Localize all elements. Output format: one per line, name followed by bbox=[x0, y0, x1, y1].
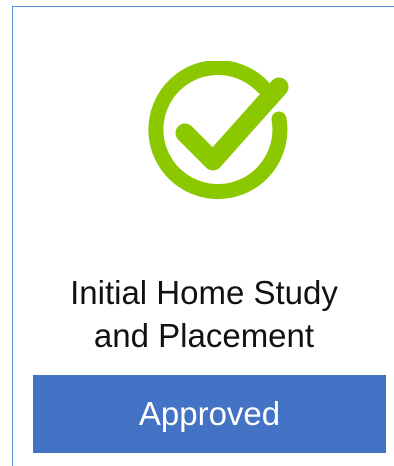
title-line-1: Initial Home Study bbox=[70, 274, 338, 311]
status-label: Approved bbox=[138, 395, 281, 432]
card-title: Initial Home Study and Placement bbox=[13, 271, 394, 357]
title-line-2: and Placement bbox=[93, 317, 315, 354]
status-badge: Approved bbox=[33, 375, 386, 453]
checkmark-circle-icon bbox=[148, 61, 289, 199]
status-card: Initial Home Study and Placement Approve… bbox=[12, 6, 394, 466]
